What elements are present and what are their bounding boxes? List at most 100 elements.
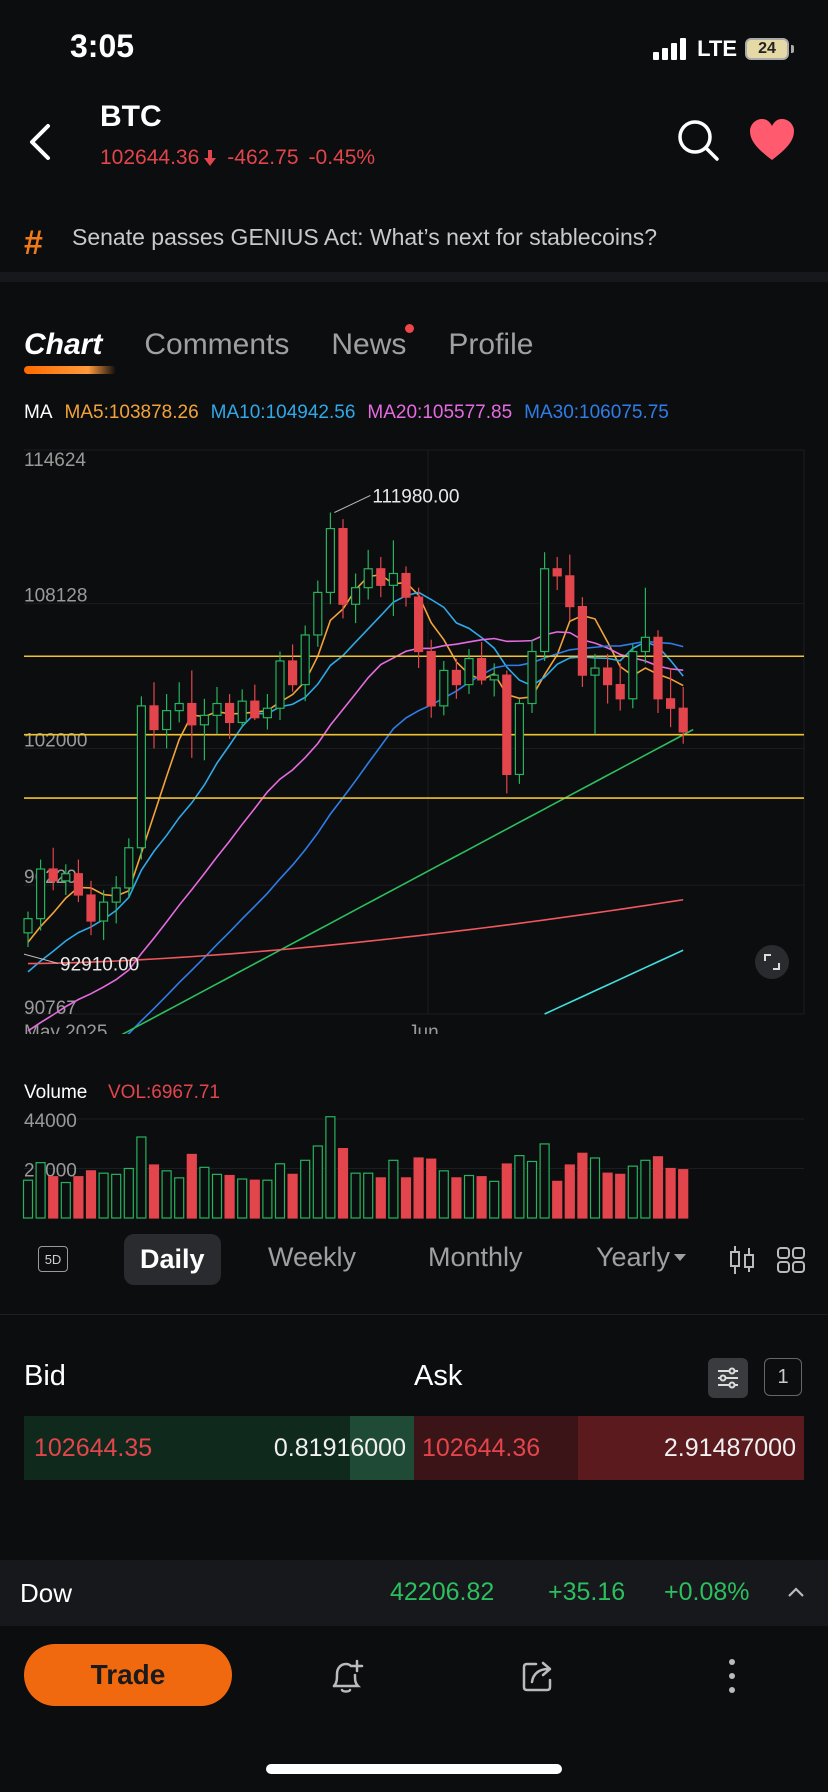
status-time: 3:05 [70, 28, 135, 64]
chevron-up-icon[interactable] [786, 1584, 806, 1600]
news-headline[interactable]: Senate passes GENIUS Act: What’s next fo… [72, 224, 657, 251]
candle-body [124, 847, 134, 889]
ma-label[interactable]: MA [24, 402, 53, 424]
period-weekly[interactable]: Weekly [268, 1242, 356, 1273]
candle-body [414, 596, 424, 653]
depth-level-button[interactable]: 1 [764, 1358, 802, 1396]
volume-bar [413, 1157, 424, 1219]
volume-bar [426, 1158, 437, 1219]
candle-body [653, 636, 663, 700]
volume-bar [111, 1173, 122, 1219]
ma5-value: MA5:103878.26 [64, 402, 199, 423]
volume-bar [161, 1170, 172, 1219]
content-tabs: Chart Comments News Profile [24, 324, 533, 374]
tab-comments[interactable]: Comments [144, 328, 289, 362]
candle-body [565, 575, 575, 608]
candle-body [514, 702, 525, 776]
volume-bar [652, 1156, 664, 1219]
candle-body [451, 669, 461, 686]
index-change: +35.16 [548, 1578, 626, 1606]
high-annotation: 111980.00 [372, 486, 459, 507]
volume-bar [274, 1163, 286, 1219]
candle-style-icon[interactable] [728, 1244, 756, 1276]
order-book-row: 102644.35 0.81916000 102644.36 2.9148700… [24, 1416, 804, 1480]
volume-bar [526, 1160, 538, 1219]
candle-body [665, 698, 676, 709]
volume-bar [325, 1116, 336, 1219]
section-divider [0, 272, 828, 282]
ma10-value: MA10:104942.56 [210, 402, 356, 423]
candle-body [489, 674, 499, 681]
candle-body [477, 658, 487, 681]
volume-bar [60, 1181, 71, 1219]
bid-cell[interactable]: 102644.35 0.81916000 [24, 1416, 414, 1480]
period-daily[interactable]: Daily [124, 1234, 221, 1285]
more-vertical-icon[interactable] [726, 1656, 738, 1696]
period-yearly[interactable]: Yearly [596, 1242, 687, 1273]
signal-icon [653, 38, 687, 60]
home-indicator [266, 1764, 562, 1774]
candle-body [288, 660, 298, 686]
candle-body [262, 707, 272, 719]
volume-bar [136, 1136, 147, 1219]
heart-icon[interactable] [748, 118, 796, 162]
ma-legend: MA MA5:103878.26 MA10:104942.56 MA20:105… [24, 402, 669, 424]
price-change: -462.75 [227, 146, 299, 169]
candle-body [338, 527, 348, 605]
search-icon[interactable] [676, 118, 720, 162]
tab-profile[interactable]: Profile [448, 328, 533, 362]
tab-chart[interactable]: Chart [24, 328, 116, 374]
volume-bar [262, 1179, 273, 1219]
volume-bar [602, 1172, 613, 1219]
candle-body [73, 873, 84, 896]
candle-body [552, 568, 562, 577]
price-chart[interactable]: 1146241081281020009622090767May 2025Jun1… [0, 434, 828, 1034]
candle-body [162, 710, 172, 731]
candle-body [98, 901, 109, 922]
candle-body [111, 887, 121, 903]
index-name: Dow [20, 1578, 73, 1608]
grid-layout-icon[interactable] [776, 1246, 806, 1274]
candle-body [212, 702, 222, 716]
tab-underline [24, 366, 116, 374]
volume-tick-label: 44000 [24, 1111, 77, 1132]
volume-bar [375, 1177, 386, 1219]
share-icon[interactable] [518, 1656, 558, 1696]
volume-bar [451, 1177, 462, 1219]
volume-bar [237, 1178, 248, 1219]
candle-body [376, 568, 386, 586]
volume-bar [312, 1145, 323, 1219]
volume-chart[interactable]: 4400022000 [0, 1080, 828, 1220]
volume-bar [300, 1159, 311, 1219]
bid-size: 0.81916000 [273, 1434, 406, 1462]
arrow-down-icon [204, 150, 217, 166]
volume-bar [199, 1166, 210, 1219]
volume-bar [463, 1174, 475, 1219]
y-tick-label: 102000 [24, 730, 87, 751]
candle-body [250, 700, 260, 719]
settings-sliders-icon[interactable] [708, 1358, 748, 1398]
trade-button[interactable]: Trade [24, 1644, 232, 1706]
period-monthly[interactable]: Monthly [428, 1242, 523, 1273]
candle-body [602, 667, 613, 686]
volume-bar [186, 1153, 197, 1219]
back-icon[interactable] [22, 118, 62, 166]
volume-bar [148, 1164, 160, 1219]
volume-bar [564, 1164, 575, 1219]
candle-body [678, 707, 688, 733]
x-tick-label: Jun [408, 1022, 439, 1034]
candle-body [237, 700, 247, 724]
notification-dot [405, 324, 415, 333]
candle-body [577, 605, 588, 676]
tab-news[interactable]: News [331, 324, 415, 362]
volume-bar [48, 1176, 59, 1219]
candle-body [502, 674, 512, 776]
candle-body [351, 587, 361, 605]
volume-bar [98, 1172, 109, 1219]
period-5d[interactable]: 5D [38, 1246, 68, 1272]
candle-body [136, 705, 146, 849]
bell-plus-icon[interactable] [326, 1656, 366, 1696]
status-right: LTE 24 [653, 36, 794, 62]
ask-cell[interactable]: 102644.36 2.91487000 [414, 1416, 804, 1480]
volume-bar [73, 1176, 84, 1219]
